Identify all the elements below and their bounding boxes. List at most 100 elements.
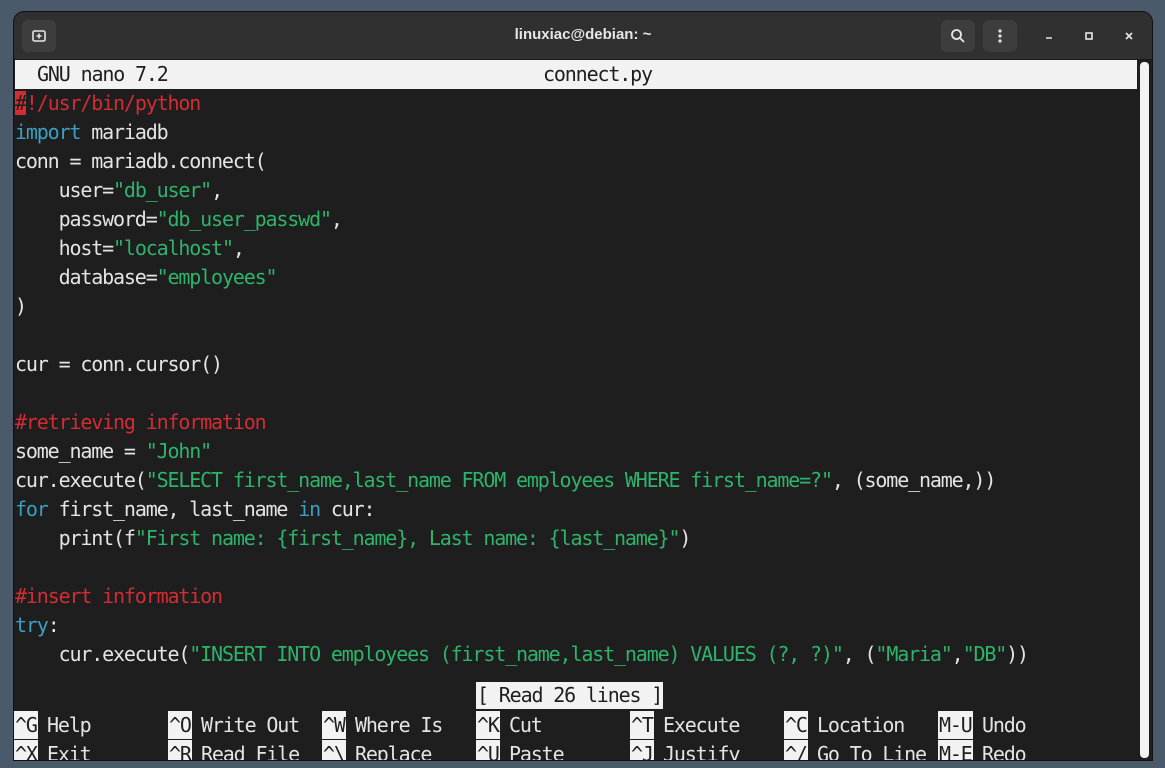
code-text: , (some_name,)) bbox=[831, 468, 997, 492]
code-line: import mariadb bbox=[15, 118, 169, 147]
maximize-icon bbox=[1083, 27, 1095, 46]
shortcut-key[interactable]: M-E bbox=[938, 740, 973, 760]
code-text: , bbox=[330, 207, 343, 231]
code-line: user="db_user", bbox=[15, 176, 224, 205]
code-text: mariadb bbox=[80, 120, 168, 144]
code-text: cur: bbox=[319, 497, 376, 521]
search-button[interactable] bbox=[941, 20, 975, 52]
minimize-icon bbox=[1043, 27, 1055, 46]
code-text: cur.execute( bbox=[15, 468, 147, 492]
code-string: "db_user_passwd" bbox=[156, 207, 332, 231]
code-text: , bbox=[232, 236, 245, 260]
close-icon bbox=[1123, 27, 1135, 46]
code-line: cur.execute("INSERT INTO employees (firs… bbox=[15, 640, 1030, 669]
terminal-window: linuxiac@debian: ~ GNU nano 7.2 connect.… bbox=[14, 12, 1152, 760]
shortcut-key[interactable]: ^R bbox=[168, 740, 192, 760]
file-name: connect.py bbox=[543, 62, 653, 86]
shortcut-key[interactable]: ^J bbox=[630, 740, 654, 760]
code-keyword: import bbox=[15, 120, 82, 144]
code-text: user= bbox=[15, 178, 115, 202]
shortcut-label[interactable]: Redo bbox=[982, 740, 1027, 760]
shortcut-key[interactable]: ^X bbox=[14, 740, 38, 760]
shortcut-label[interactable]: Cut bbox=[509, 711, 543, 739]
code-line: database="employees" bbox=[15, 263, 278, 292]
code-keyword: try bbox=[15, 613, 49, 637]
code-line: conn = mariadb.connect( bbox=[15, 149, 267, 173]
code-text: cur.execute( bbox=[15, 642, 191, 666]
code-keyword: in bbox=[298, 497, 321, 521]
text-cursor: # bbox=[15, 91, 27, 115]
code-text: print(f bbox=[15, 526, 136, 550]
code-text: ) bbox=[679, 526, 691, 550]
code-text: , bbox=[951, 642, 964, 666]
code-line: host="localhost", bbox=[15, 234, 245, 263]
code-line: print(f"First name: {first_name}, Last n… bbox=[15, 524, 692, 553]
shortcut-key[interactable]: ^K bbox=[476, 711, 500, 739]
code-text: : bbox=[47, 613, 60, 637]
menu-button[interactable] bbox=[983, 20, 1017, 52]
scrollbar[interactable] bbox=[1140, 62, 1149, 758]
code-string: "Maria" bbox=[875, 642, 952, 666]
status-message: [ Read 26 lines ] bbox=[476, 682, 663, 709]
code-string: "INSERT INTO employees (first_name,last_… bbox=[189, 642, 844, 666]
code-string: "DB" bbox=[962, 642, 1008, 666]
code-text: )) bbox=[1006, 642, 1029, 666]
code-line: some_name = "John" bbox=[15, 437, 213, 466]
code-string: "SELECT first_name,last_name FROM employ… bbox=[145, 468, 833, 492]
shortcut-label[interactable]: Where Is bbox=[355, 711, 443, 739]
code-string: "First name: {first_name}, Last name: {l… bbox=[134, 526, 681, 550]
code-line: cur = conn.cursor() bbox=[15, 352, 223, 376]
shortcut-key[interactable]: M-U bbox=[938, 711, 973, 739]
shortcut-label[interactable]: Location bbox=[817, 711, 905, 739]
code-text: some_name = bbox=[15, 439, 146, 463]
code-text: database= bbox=[15, 265, 158, 289]
code-string: "John" bbox=[145, 439, 213, 463]
shortcut-label[interactable]: Justify bbox=[663, 740, 740, 760]
code-line: ) bbox=[15, 294, 27, 318]
code-shebang: !/usr/bin/python bbox=[25, 91, 201, 115]
shortcut-label[interactable]: Undo bbox=[982, 711, 1027, 739]
shortcut-key[interactable]: ^G bbox=[14, 711, 38, 739]
code-string: "employees" bbox=[156, 265, 278, 289]
code-comment: #retrieving information bbox=[15, 410, 267, 434]
code-text: , ( bbox=[842, 642, 877, 666]
code-text: first_name, last_name bbox=[47, 497, 299, 521]
nano-version: GNU nano 7.2 bbox=[37, 62, 169, 86]
terminal-content[interactable]: GNU nano 7.2 connect.py #!/usr/bin/pytho… bbox=[14, 60, 1138, 760]
code-text: password= bbox=[15, 207, 158, 231]
shortcut-label[interactable]: Read File bbox=[201, 740, 300, 760]
shortcut-label[interactable]: Help bbox=[47, 711, 92, 739]
shortcut-key[interactable]: ^W bbox=[322, 711, 346, 739]
code-line: cur.execute("SELECT first_name,last_name… bbox=[15, 466, 997, 495]
code-line: try: bbox=[15, 611, 60, 640]
search-icon bbox=[950, 28, 966, 44]
nano-header: GNU nano 7.2 connect.py bbox=[15, 60, 1137, 89]
code-comment: #insert information bbox=[15, 584, 223, 608]
shortcut-label[interactable]: Replace bbox=[355, 740, 432, 760]
shortcut-key[interactable]: ^/ bbox=[784, 740, 808, 760]
shortcut-key[interactable]: ^C bbox=[784, 711, 808, 739]
code-keyword: for bbox=[15, 497, 49, 521]
window-title: linuxiac@debian: ~ bbox=[514, 26, 652, 43]
title-bar: linuxiac@debian: ~ bbox=[14, 12, 1152, 60]
shortcut-label[interactable]: Execute bbox=[663, 711, 740, 739]
code-string: "localhost" bbox=[113, 236, 234, 260]
shortcut-label[interactable]: Paste bbox=[509, 740, 565, 760]
shortcut-label[interactable]: Write Out bbox=[201, 711, 300, 739]
minimize-button[interactable] bbox=[1036, 23, 1062, 49]
shortcut-key[interactable]: ^O bbox=[168, 711, 192, 739]
shortcut-label[interactable]: Go To Line bbox=[817, 740, 927, 760]
code-line: #!/usr/bin/python bbox=[15, 89, 201, 118]
shortcut-key[interactable]: ^T bbox=[630, 711, 654, 739]
shortcut-label[interactable]: Exit bbox=[47, 740, 92, 760]
code-text: host= bbox=[15, 236, 115, 260]
code-line: password="db_user_passwd", bbox=[15, 205, 343, 234]
shortcut-key[interactable]: ^U bbox=[476, 740, 500, 760]
close-button[interactable] bbox=[1116, 23, 1142, 49]
code-string: "db_user" bbox=[113, 178, 212, 202]
code-line: for first_name, last_name in cur: bbox=[15, 495, 376, 524]
code-text: , bbox=[211, 178, 223, 202]
maximize-button[interactable] bbox=[1076, 23, 1102, 49]
shortcut-key[interactable]: ^\ bbox=[322, 740, 346, 760]
kebab-menu-icon bbox=[992, 28, 1008, 44]
